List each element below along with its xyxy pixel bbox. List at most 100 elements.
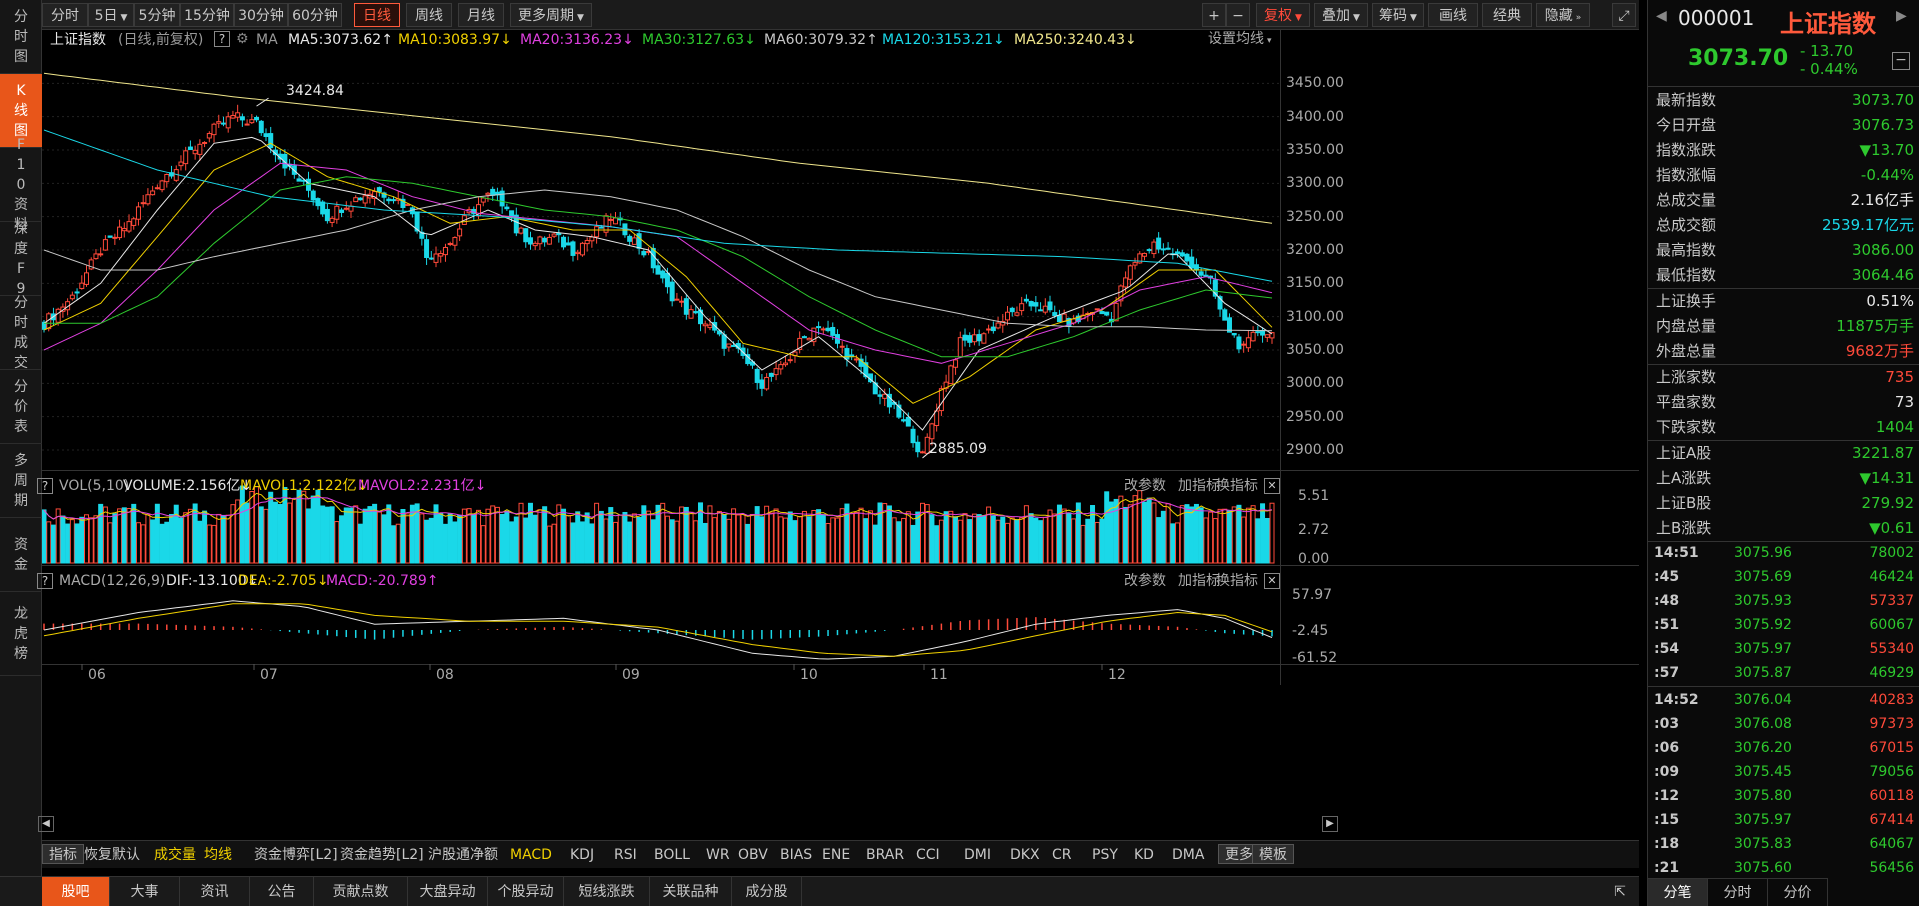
vol-switch-indicator[interactable]: 换指标 bbox=[1216, 477, 1258, 495]
bottom-tab-4[interactable]: 贡献点数 bbox=[314, 877, 408, 906]
leftnav-item-5[interactable]: 分价表 bbox=[0, 370, 42, 444]
bottom-tab-2[interactable]: 资讯 bbox=[180, 877, 250, 906]
period-more[interactable]: 更多周期 ▼ bbox=[510, 3, 592, 27]
hide-button[interactable]: 隐藏» bbox=[1536, 3, 1590, 27]
fullscreen-icon[interactable]: ⤢ bbox=[1612, 3, 1636, 27]
indicator-tab-2[interactable]: 成交量 bbox=[154, 845, 196, 865]
bottom-tab-9[interactable]: 成分股 bbox=[732, 877, 802, 906]
indicator-tab-3[interactable]: 均线 bbox=[204, 845, 232, 865]
bottom-tab-8[interactable]: 关联品种 bbox=[650, 877, 732, 906]
indicator-tab-13[interactable]: BIAS bbox=[780, 845, 812, 865]
indicator-tab-11[interactable]: WR bbox=[706, 845, 730, 865]
macd-add-indicator[interactable]: 加指标 bbox=[1178, 572, 1220, 590]
leftnav-item-3[interactable]: 深度F9 bbox=[0, 221, 42, 297]
leftnav-item-0[interactable]: 分时图 bbox=[0, 0, 42, 74]
zoom-out-button[interactable]: − bbox=[1226, 3, 1250, 27]
indicator-tab-15[interactable]: BRAR bbox=[866, 845, 904, 865]
period-monthly[interactable]: 月线 bbox=[458, 3, 504, 27]
period-5day[interactable]: 5日 ▼ bbox=[88, 3, 134, 27]
volume-bar bbox=[1038, 520, 1044, 564]
forward-icon[interactable]: ▶ bbox=[1896, 8, 1907, 24]
back-icon[interactable]: ◀ bbox=[1656, 8, 1667, 24]
bottom-tab-7[interactable]: 短线涨跌 bbox=[564, 877, 650, 906]
indicator-tab-16[interactable]: CCI bbox=[916, 845, 940, 865]
fuquan-button[interactable]: 复权 ▼ bbox=[1256, 3, 1310, 27]
indicator-tab-21[interactable]: KD bbox=[1134, 845, 1154, 865]
volume-bar bbox=[50, 524, 56, 564]
scroll-right-icon[interactable]: ▶ bbox=[1322, 816, 1338, 832]
indicator-tab-5[interactable]: 资金趋势[L2] bbox=[340, 845, 424, 865]
indicator-tab-22[interactable]: DMA bbox=[1172, 845, 1204, 865]
indicator-tab-0[interactable]: 指标 bbox=[42, 844, 84, 864]
candle-body bbox=[816, 326, 822, 329]
period-fenshi[interactable]: 分时 bbox=[42, 3, 88, 27]
vol-edit-params[interactable]: 改参数 bbox=[1124, 477, 1166, 495]
tick-tab-1[interactable]: 分时 bbox=[1708, 878, 1768, 906]
macd-close-icon[interactable]: ✕ bbox=[1264, 573, 1280, 589]
bottom-tab-6[interactable]: 个股异动 bbox=[488, 877, 564, 906]
scroll-left-icon[interactable]: ◀ bbox=[38, 816, 54, 832]
vol-close-icon[interactable]: ✕ bbox=[1264, 478, 1280, 494]
volume-bar bbox=[1137, 490, 1143, 564]
indicator-tab-24[interactable]: 模板 bbox=[1252, 844, 1294, 864]
overlay-button[interactable]: 叠加 ▼ bbox=[1314, 3, 1368, 27]
indicator-tab-6[interactable]: 沪股通净额 bbox=[428, 845, 498, 865]
ma-settings-button[interactable]: 设置均线 ▾ bbox=[1208, 30, 1272, 50]
tick-tab-2[interactable]: 分价 bbox=[1768, 878, 1828, 906]
leftnav-item-8[interactable]: 龙虎榜 bbox=[0, 592, 42, 676]
volume-bar bbox=[636, 516, 642, 564]
leftnav-item-4[interactable]: 分时成交 bbox=[0, 295, 42, 371]
period-daily[interactable]: 日线 bbox=[354, 3, 400, 27]
period-weekly[interactable]: 周线 bbox=[406, 3, 452, 27]
zoom-in-button[interactable]: + bbox=[1202, 3, 1226, 27]
macd-switch-indicator[interactable]: 换指标 bbox=[1216, 572, 1258, 590]
vol-help-icon[interactable]: ? bbox=[37, 478, 53, 494]
volume-bar bbox=[693, 520, 699, 564]
indicator-tab-17[interactable]: DMI bbox=[964, 845, 991, 865]
classic-button[interactable]: 经典 bbox=[1482, 3, 1532, 27]
indicator-tab-19[interactable]: CR bbox=[1052, 845, 1072, 865]
volume-bar bbox=[400, 508, 406, 564]
leftnav-item-6[interactable]: 多周期 bbox=[0, 444, 42, 518]
leftnav-item-2[interactable]: F10资料 bbox=[0, 137, 42, 233]
bottom-tab-3[interactable]: 公告 bbox=[250, 877, 314, 906]
tick-tab-0[interactable]: 分笔 bbox=[1648, 878, 1708, 906]
volume-bar bbox=[1175, 522, 1181, 564]
indicator-tab-20[interactable]: PSY bbox=[1092, 845, 1118, 865]
indicator-tab-12[interactable]: OBV bbox=[738, 845, 768, 865]
macd-edit-params[interactable]: 改参数 bbox=[1124, 572, 1166, 590]
period-5min[interactable]: 5分钟 bbox=[134, 3, 180, 27]
gear-icon[interactable]: ⚙ bbox=[236, 30, 249, 48]
bottom-tab-1[interactable]: 大事 bbox=[110, 877, 180, 906]
indicator-tab-14[interactable]: ENE bbox=[822, 845, 850, 865]
candle-body bbox=[230, 115, 236, 119]
period-15min[interactable]: 15分钟 bbox=[180, 3, 234, 27]
chevron-down-icon: ▼ bbox=[120, 13, 128, 23]
indicator-tab-7[interactable]: MACD bbox=[510, 845, 552, 865]
bottom-tab-0[interactable]: 股吧 bbox=[42, 877, 110, 906]
volume-bar bbox=[537, 509, 543, 564]
indicator-tab-18[interactable]: DKX bbox=[1010, 845, 1040, 865]
macd-help-icon[interactable]: ? bbox=[37, 573, 53, 589]
candle-body bbox=[915, 441, 921, 453]
vol-add-indicator[interactable]: 加指标 bbox=[1178, 477, 1220, 495]
indicator-tab-10[interactable]: BOLL bbox=[654, 845, 690, 865]
indicator-tab-9[interactable]: RSI bbox=[614, 845, 637, 865]
chips-button[interactable]: 筹码 ▼ bbox=[1372, 3, 1424, 27]
popout-icon[interactable]: ⇱ bbox=[1606, 877, 1634, 906]
draw-line-button[interactable]: 画线 bbox=[1428, 3, 1478, 27]
indicator-tab-8[interactable]: KDJ bbox=[570, 845, 594, 865]
volume-bar bbox=[74, 523, 80, 564]
indicator-tab-1[interactable]: 恢复默认 bbox=[84, 845, 140, 865]
indicator-tab-4[interactable]: 资金博弈[L2] bbox=[254, 845, 338, 865]
collapse-icon[interactable]: − bbox=[1892, 52, 1910, 70]
leftnav-item-7[interactable]: 资金 bbox=[0, 518, 42, 592]
bottom-tab-5[interactable]: 大盘异动 bbox=[408, 877, 488, 906]
candle-body bbox=[447, 243, 453, 246]
kline-chart-svg[interactable] bbox=[42, 30, 1639, 840]
help-icon[interactable]: ? bbox=[214, 31, 230, 47]
kline-chart-area[interactable]: 上证指数 (日线,前复权) ? ⚙ MA MA5:3073.62↑ MA10:30… bbox=[37, 30, 1639, 840]
candle-body bbox=[102, 239, 108, 251]
period-60min[interactable]: 60分钟 bbox=[288, 3, 342, 27]
period-30min[interactable]: 30分钟 bbox=[234, 3, 288, 27]
